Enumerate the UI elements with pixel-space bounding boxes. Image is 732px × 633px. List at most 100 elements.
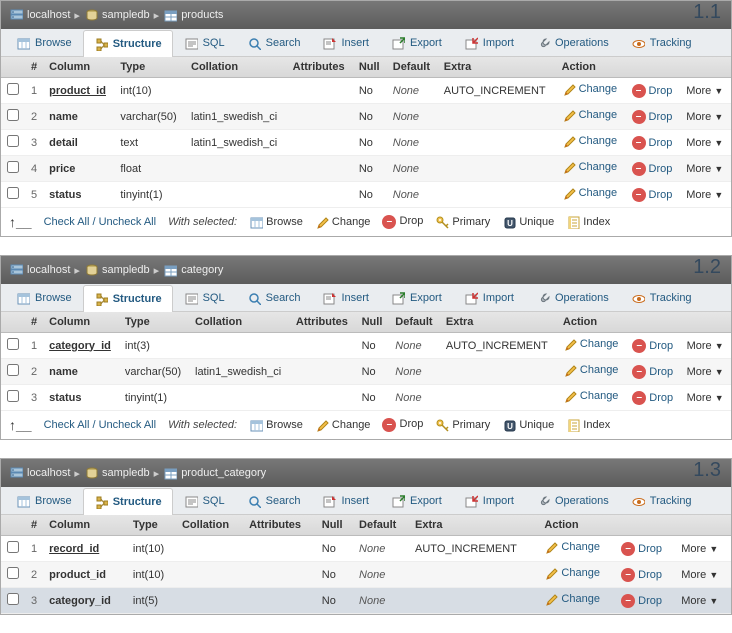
tab-structure[interactable]: Structure xyxy=(83,30,173,57)
sql-icon xyxy=(184,36,198,50)
tab-structure[interactable]: Structure xyxy=(83,285,173,312)
tab-tracking[interactable]: Tracking xyxy=(620,487,703,514)
tab-import[interactable]: Import xyxy=(453,29,525,56)
row-checkbox[interactable] xyxy=(7,187,19,199)
tab-tracking[interactable]: Tracking xyxy=(620,284,703,311)
tab-insert[interactable]: Insert xyxy=(311,29,380,56)
footer-change[interactable]: Change xyxy=(315,418,371,432)
change-link[interactable]: Change xyxy=(544,566,600,580)
change-link[interactable]: Change xyxy=(563,363,619,377)
hdr-default: Default xyxy=(387,57,438,78)
tab-search[interactable]: Search xyxy=(236,487,312,514)
check-all-link[interactable]: Check All / Uncheck All xyxy=(44,419,157,431)
row-checkbox[interactable] xyxy=(7,541,19,553)
drop-link[interactable]: –Drop xyxy=(632,339,673,353)
drop-link[interactable]: –Drop xyxy=(632,110,673,124)
hdr-collation: Collation xyxy=(176,515,243,536)
more-dropdown[interactable]: More ▼ xyxy=(687,340,724,352)
footer-index[interactable]: Index xyxy=(566,215,610,229)
row-checkbox[interactable] xyxy=(7,83,19,95)
footer-browse[interactable]: Browse xyxy=(249,215,303,229)
tab-operations[interactable]: Operations xyxy=(525,487,620,514)
tab-import[interactable]: Import xyxy=(453,487,525,514)
check-all-link[interactable]: Check All / Uncheck All xyxy=(44,216,157,228)
tab-operations[interactable]: Operations xyxy=(525,29,620,56)
tab-tracking[interactable]: Tracking xyxy=(620,29,703,56)
row-checkbox[interactable] xyxy=(7,390,19,402)
tab-structure[interactable]: Structure xyxy=(83,488,173,515)
footer-drop[interactable]: – Drop xyxy=(382,215,423,229)
row-checkbox[interactable] xyxy=(7,109,19,121)
drop-link[interactable]: –Drop xyxy=(621,568,662,582)
tab-sql[interactable]: SQL xyxy=(173,29,236,56)
browse-icon xyxy=(249,418,263,432)
tab-export[interactable]: Export xyxy=(380,29,453,56)
change-link[interactable]: Change xyxy=(544,540,600,554)
more-dropdown[interactable]: More ▼ xyxy=(687,366,724,378)
more-dropdown[interactable]: More ▼ xyxy=(681,569,718,581)
tab-browse[interactable]: Browse xyxy=(5,284,83,311)
tab-insert[interactable]: Insert xyxy=(311,487,380,514)
row-checkbox[interactable] xyxy=(7,135,19,147)
tab-insert[interactable]: Insert xyxy=(311,284,380,311)
change-link[interactable]: Change xyxy=(562,186,618,200)
change-link[interactable]: Change xyxy=(544,592,600,606)
footer-change[interactable]: Change xyxy=(315,215,371,229)
change-link[interactable]: Change xyxy=(562,134,618,148)
change-link[interactable]: Change xyxy=(563,337,619,351)
footer-primary[interactable]: Primary xyxy=(435,418,490,432)
tab-search[interactable]: Search xyxy=(236,29,312,56)
crumb-host[interactable]: localhost xyxy=(9,8,70,22)
row-checkbox[interactable] xyxy=(7,161,19,173)
row-checkbox[interactable] xyxy=(7,338,19,350)
crumb-db[interactable]: sampledb xyxy=(84,8,150,22)
drop-link[interactable]: –Drop xyxy=(632,365,673,379)
crumb-host[interactable]: localhost xyxy=(9,466,70,480)
row-checkbox[interactable] xyxy=(7,593,19,605)
more-dropdown[interactable]: More ▼ xyxy=(686,111,723,123)
change-link[interactable]: Change xyxy=(562,108,618,122)
crumb-db[interactable]: sampledb xyxy=(84,466,150,480)
change-link[interactable]: Change xyxy=(563,389,619,403)
tab-import[interactable]: Import xyxy=(453,284,525,311)
drop-link[interactable]: –Drop xyxy=(632,136,673,150)
tab-search[interactable]: Search xyxy=(236,284,312,311)
tab-sql[interactable]: SQL xyxy=(173,284,236,311)
table-row: 1category_idint(3)NoNoneAUTO_INCREMENTCh… xyxy=(1,333,731,359)
change-link[interactable]: Change xyxy=(562,160,618,174)
more-dropdown[interactable]: More ▼ xyxy=(686,137,723,149)
drop-link[interactable]: –Drop xyxy=(621,594,662,608)
tab-browse[interactable]: Browse xyxy=(5,487,83,514)
row-checkbox[interactable] xyxy=(7,567,19,579)
change-link[interactable]: Change xyxy=(562,82,618,96)
row-checkbox[interactable] xyxy=(7,364,19,376)
footer-unique[interactable]: Unique xyxy=(502,215,554,229)
tab-operations[interactable]: Operations xyxy=(525,284,620,311)
more-dropdown[interactable]: More ▼ xyxy=(681,543,718,555)
more-dropdown[interactable]: More ▼ xyxy=(686,163,723,175)
tab-export[interactable]: Export xyxy=(380,284,453,311)
footer-primary[interactable]: Primary xyxy=(435,215,490,229)
more-dropdown[interactable]: More ▼ xyxy=(686,85,723,97)
drop-link[interactable]: –Drop xyxy=(632,188,673,202)
col-extra: AUTO_INCREMENT xyxy=(438,78,556,104)
tab-export[interactable]: Export xyxy=(380,487,453,514)
tab-sql[interactable]: SQL xyxy=(173,487,236,514)
footer-unique[interactable]: Unique xyxy=(502,418,554,432)
crumb-table[interactable]: category xyxy=(163,263,223,277)
more-dropdown[interactable]: More ▼ xyxy=(687,392,724,404)
crumb-table[interactable]: products xyxy=(163,8,223,22)
drop-link[interactable]: –Drop xyxy=(632,84,673,98)
drop-link[interactable]: –Drop xyxy=(632,162,673,176)
drop-link[interactable]: –Drop xyxy=(632,391,673,405)
more-dropdown[interactable]: More ▼ xyxy=(681,595,718,607)
tab-browse[interactable]: Browse xyxy=(5,29,83,56)
crumb-db[interactable]: sampledb xyxy=(84,263,150,277)
drop-link[interactable]: –Drop xyxy=(621,542,662,556)
more-dropdown[interactable]: More ▼ xyxy=(686,189,723,201)
footer-drop[interactable]: – Drop xyxy=(382,418,423,432)
crumb-host[interactable]: localhost xyxy=(9,263,70,277)
footer-browse[interactable]: Browse xyxy=(249,418,303,432)
footer-index[interactable]: Index xyxy=(566,418,610,432)
crumb-table[interactable]: product_category xyxy=(163,466,266,480)
